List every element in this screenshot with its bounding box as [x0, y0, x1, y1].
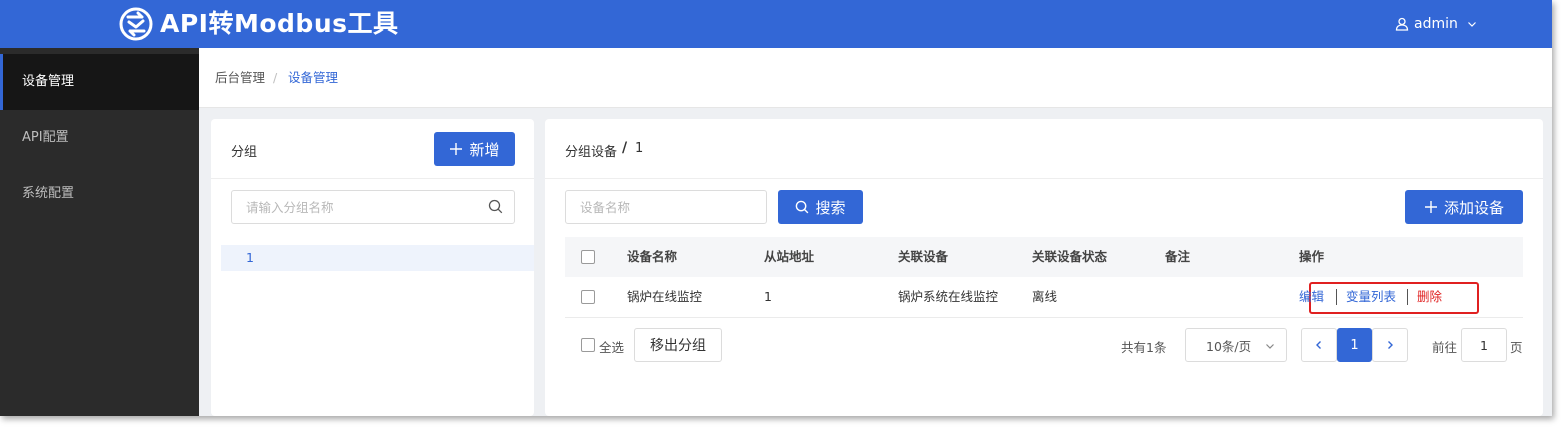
group-panel-header: 分组 新增	[211, 119, 534, 179]
select-all-label[interactable]: 全选	[599, 337, 624, 356]
variable-list-link[interactable]: 变量列表	[1346, 277, 1396, 317]
cell-slave-address: 1	[764, 289, 772, 304]
sidebar: 设备管理 API配置 系统配置	[0, 48, 199, 416]
action-divider	[1336, 289, 1337, 305]
column-header-remark: 备注	[1165, 249, 1191, 264]
goto-suffix: 页	[1510, 340, 1523, 355]
remove-from-group-button[interactable]: 移出分组	[634, 328, 722, 362]
breadcrumb-separator: /	[273, 70, 278, 85]
select-all-rows-checkbox[interactable]	[581, 250, 595, 264]
table-header: 设备名称 从站地址 关联设备 关联设备状态 备注 操作	[565, 237, 1523, 277]
group-list-item[interactable]: 1	[221, 245, 534, 271]
add-group-label: 新增	[469, 140, 500, 159]
sidebar-item-api-config[interactable]: API配置	[0, 110, 199, 166]
column-header-device-name: 设备名称	[627, 249, 678, 264]
plus-icon	[450, 143, 463, 155]
edit-link[interactable]: 编辑	[1299, 277, 1324, 317]
group-panel-title: 分组	[231, 145, 258, 160]
prev-page-button[interactable]	[1301, 328, 1337, 362]
user-name: admin	[1414, 16, 1458, 32]
chevron-right-icon	[1388, 341, 1393, 349]
column-header-actions: 操作	[1299, 249, 1325, 264]
device-panel-header: 分组设备 / 1	[545, 119, 1543, 179]
search-button-label: 搜索	[815, 198, 846, 217]
goto-prefix: 前往	[1432, 340, 1458, 355]
next-page-button[interactable]	[1372, 328, 1408, 362]
page-number-button[interactable]: 1	[1337, 328, 1372, 362]
cell-device-name: 锅炉在线监控	[627, 289, 703, 304]
device-search-input[interactable]	[565, 190, 767, 224]
page-size-select[interactable]: 10条/页	[1185, 328, 1287, 362]
goto-page-input[interactable]	[1461, 328, 1507, 362]
row-checkbox[interactable]	[581, 290, 595, 304]
plus-icon	[1424, 201, 1437, 213]
delete-link[interactable]: 删除	[1417, 277, 1442, 317]
cell-linked-status: 离线	[1032, 289, 1058, 304]
sidebar-item-device-management[interactable]: 设备管理	[0, 54, 199, 110]
chevron-down-icon	[1467, 22, 1476, 27]
search-icon[interactable]	[488, 199, 503, 214]
device-panel-title: 分组设备	[565, 145, 618, 160]
add-group-button[interactable]: 新增	[434, 132, 515, 166]
group-item-label: 1	[246, 250, 254, 265]
chevron-down-icon	[1266, 344, 1274, 349]
search-button[interactable]: 搜索	[778, 190, 863, 224]
table-row: 锅炉在线监控 1 锅炉系统在线监控 离线 编辑 变量列表 删除	[565, 277, 1523, 318]
app-title: API转Modbus工具	[160, 9, 399, 38]
total-count: 共有1条	[1121, 340, 1167, 355]
breadcrumb: 后台管理 / 设备管理	[199, 48, 1552, 108]
sidebar-item-system-config[interactable]: 系统配置	[0, 166, 199, 222]
action-divider	[1407, 289, 1408, 305]
breadcrumb-parent[interactable]: 后台管理	[215, 70, 265, 86]
breadcrumb-current: 设备管理	[288, 70, 339, 85]
user-icon	[1395, 17, 1409, 31]
app-window: API转Modbus工具 admin 设备管理 API配置 系统配置 后台管理 …	[0, 0, 1552, 416]
device-panel-group-name: 1	[635, 141, 644, 156]
device-panel: 分组设备 / 1 搜索 添加设备 设备名称 从站地址 关联设备 关联设备状态 备…	[545, 119, 1543, 416]
chevron-left-icon	[1316, 341, 1321, 349]
add-device-label: 添加设备	[1443, 198, 1504, 217]
logo-icon	[119, 7, 153, 41]
group-panel: 分组 新增 1	[211, 119, 534, 416]
add-device-button[interactable]: 添加设备	[1405, 190, 1523, 224]
cell-linked-device: 锅炉系统在线监控	[898, 289, 999, 304]
page-size-value: 10条/页	[1206, 338, 1252, 354]
search-icon	[796, 200, 809, 214]
column-header-linked-device: 关联设备	[898, 249, 949, 264]
group-search-input[interactable]	[231, 190, 515, 224]
device-panel-title-separator: /	[622, 140, 628, 156]
select-all-checkbox[interactable]	[581, 338, 595, 352]
column-header-linked-status: 关联设备状态	[1032, 249, 1108, 264]
top-header: API转Modbus工具 admin	[0, 0, 1552, 48]
column-header-slave-address: 从站地址	[764, 249, 815, 264]
user-menu[interactable]: admin	[1395, 14, 1478, 34]
